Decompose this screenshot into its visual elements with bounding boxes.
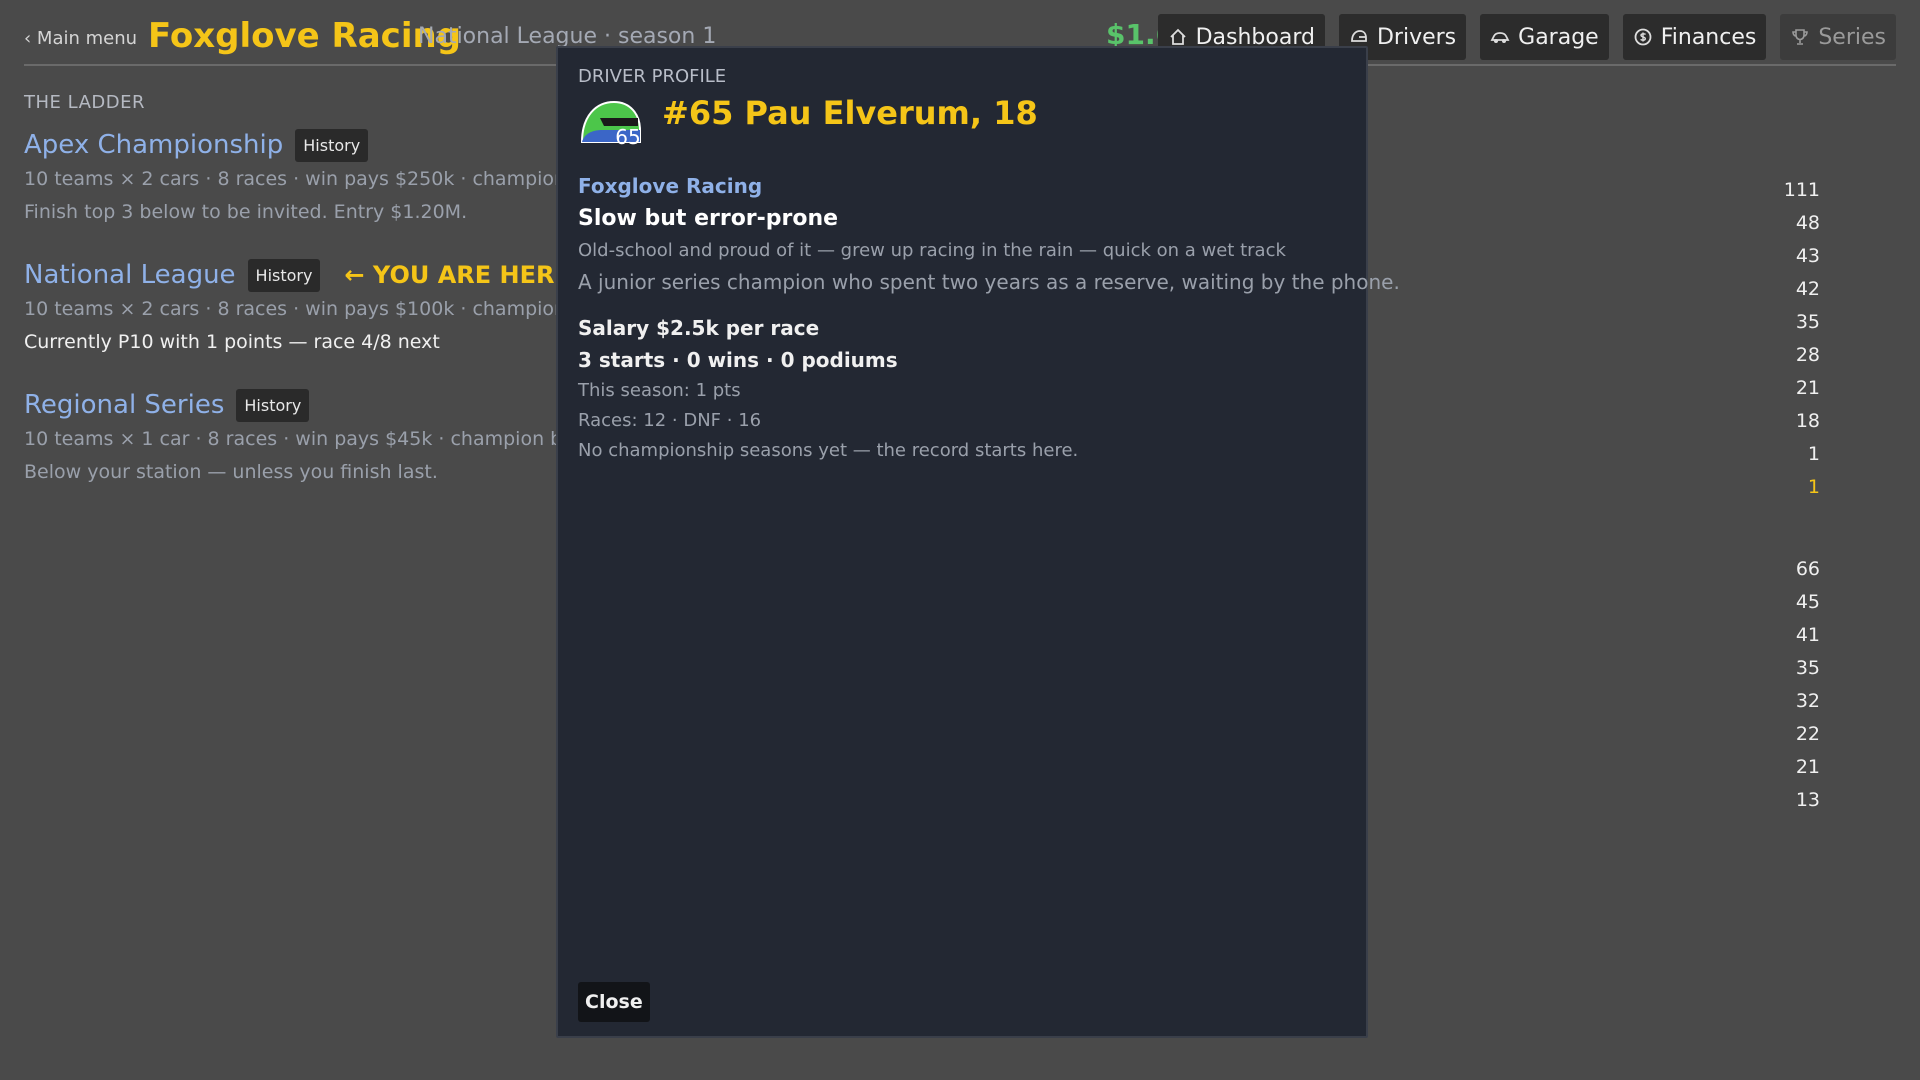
- nav-drivers-label: Drivers: [1376, 24, 1457, 50]
- series-regional: Regional Series History 10 teams × 1 car…: [24, 387, 604, 489]
- helmet-number: 65: [615, 125, 640, 149]
- main-menu-link[interactable]: ‹ Main menu: [24, 28, 137, 49]
- close-button[interactable]: Close: [578, 982, 650, 1022]
- driver-style: Slow but error-prone: [578, 206, 839, 231]
- series-note-national: Currently P10 with 1 points — race 4/8 n…: [24, 331, 440, 353]
- home-icon: [1169, 28, 1186, 45]
- driver-races: Races: 12 · DNF · 16: [578, 410, 762, 431]
- modal-label: DRIVER PROFILE: [578, 66, 727, 87]
- nav-garage-button[interactable]: Garage: [1480, 14, 1609, 60]
- driver-profile-modal: DRIVER PROFILE 65 #65 Pau Elverum, 18 Fo…: [556, 46, 1400, 1038]
- driver-record: 3 starts · 0 wins · 0 podiums: [578, 348, 898, 372]
- history-button-regional[interactable]: History: [236, 388, 310, 422]
- points-value: 21: [1795, 756, 1820, 778]
- points-value-own-team: 1: [1807, 476, 1820, 498]
- points-value: 32: [1795, 690, 1820, 712]
- points-value: 21: [1795, 377, 1820, 399]
- points-value: 13: [1795, 789, 1820, 811]
- points-value: 45: [1795, 591, 1820, 613]
- trophy-icon: [1792, 29, 1809, 45]
- series-note-apex: Finish top 3 below to be invited. Entry …: [24, 201, 468, 223]
- driver-trait: Old-school and proud of it — grew up rac…: [578, 240, 1286, 261]
- points-value: 48: [1795, 212, 1820, 234]
- series-details-apex: 10 teams × 2 cars · 8 races · win pays $…: [24, 168, 585, 190]
- series-apex: Apex Championship History 10 teams × 2 c…: [24, 127, 604, 229]
- nav-series-button[interactable]: Series: [1780, 14, 1896, 60]
- points-value: 28: [1795, 344, 1820, 366]
- points-value: 22: [1795, 723, 1820, 745]
- helmet-icon: 65: [580, 100, 641, 149]
- nav-finances-label: Finances: [1660, 24, 1757, 50]
- series-title-apex[interactable]: Apex Championship: [24, 130, 283, 160]
- points-value: 43: [1795, 245, 1820, 267]
- nav-garage-label: Garage: [1518, 24, 1599, 50]
- points-value: 1: [1807, 443, 1820, 465]
- series-title-regional[interactable]: Regional Series: [24, 390, 224, 420]
- points-value: 35: [1795, 657, 1820, 679]
- points-value: 18: [1795, 410, 1820, 432]
- nav-series-label: Series: [1818, 24, 1886, 50]
- team-name: Foxglove Racing: [148, 16, 462, 56]
- points-value: 42: [1795, 278, 1820, 300]
- series-national: National League History ← YOU ARE HERE 1…: [24, 257, 604, 359]
- series-details-national: 10 teams × 2 cars · 8 races · win pays $…: [24, 298, 585, 320]
- you-are-here-marker: ← YOU ARE HERE: [344, 261, 571, 289]
- coin-icon: [1634, 28, 1652, 46]
- history-button-apex[interactable]: History: [295, 128, 369, 162]
- driver-salary: Salary $2.5k per race: [578, 316, 820, 340]
- driver-profile-body: Foxglove Racing Slow but error-prone Old…: [578, 170, 1400, 466]
- points-value: 111: [1783, 179, 1820, 201]
- points-value: 35: [1795, 311, 1820, 333]
- points-value: 66: [1795, 558, 1820, 580]
- ladder-heading: THE LADDER: [24, 92, 145, 113]
- driver-name: #65 Pau Elverum, 18: [662, 94, 1038, 132]
- series-note-regional: Below your station — unless you finish l…: [24, 461, 438, 483]
- series-details-regional: 10 teams × 1 car · 8 races · win pays $4…: [24, 428, 586, 450]
- ladder-panel: THE LADDER Apex Championship History 10 …: [24, 92, 604, 517]
- points-value: 41: [1795, 624, 1820, 646]
- driver-bio: A junior series champion who spent two y…: [578, 270, 1400, 294]
- standings-points-column: 111 48 43 42 35 28 21 18 1 1 66 45 41 35…: [1784, 174, 1820, 817]
- nav-finances-button[interactable]: Finances: [1622, 14, 1767, 60]
- driver-team-link[interactable]: Foxglove Racing: [578, 170, 1346, 202]
- driver-season-points: This season: 1 pts: [578, 380, 741, 401]
- driver-history-note: No championship seasons yet — the record…: [578, 440, 1079, 461]
- helmet-icon: [1351, 30, 1367, 42]
- history-button-national[interactable]: History: [247, 258, 321, 292]
- car-icon: [1490, 32, 1510, 43]
- series-title-national[interactable]: National League: [24, 260, 236, 290]
